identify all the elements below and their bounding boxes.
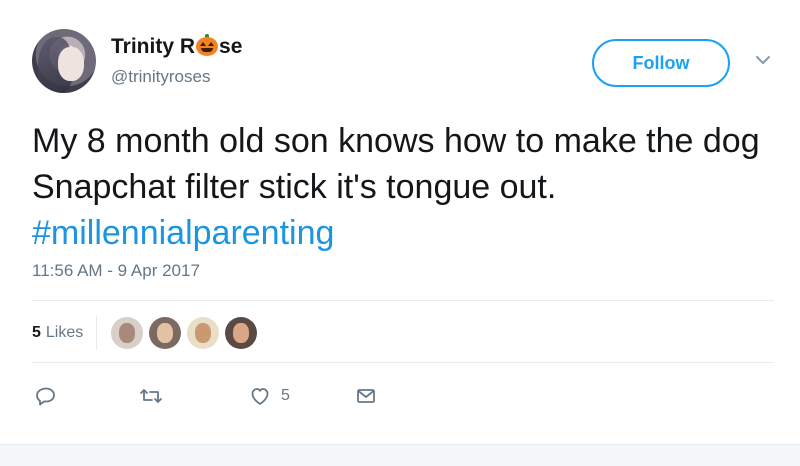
liker-avatar[interactable] — [111, 317, 144, 349]
retweet-button[interactable] — [138, 378, 164, 414]
author-name[interactable]: Trinity R se — [111, 34, 242, 60]
footer-bar — [0, 444, 800, 466]
divider-bottom — [32, 362, 774, 363]
chevron-down-icon[interactable] — [753, 50, 773, 70]
envelope-icon — [354, 384, 378, 408]
likes-count[interactable]: 5 — [32, 324, 41, 342]
follow-button[interactable]: Follow — [592, 39, 730, 87]
liker-avatar[interactable] — [225, 317, 258, 349]
author-avatar[interactable] — [32, 29, 96, 93]
liker-avatar[interactable] — [187, 317, 220, 349]
reply-button[interactable] — [34, 378, 58, 414]
author-name-prefix: Trinity R — [111, 35, 196, 58]
likers-avatars — [111, 317, 258, 349]
avatar-face — [58, 47, 84, 81]
tweet-body: My 8 month old son knows how to make the… — [32, 122, 760, 206]
likes-label[interactable]: Likes — [46, 324, 83, 342]
tweet-actions: 5 — [32, 378, 432, 414]
divider-top — [32, 300, 774, 301]
tweet-text: My 8 month old son knows how to make the… — [32, 118, 772, 256]
heart-icon — [248, 384, 272, 408]
direct-message-button[interactable] — [354, 378, 378, 414]
hashtag-link[interactable]: #millennialparenting — [32, 214, 334, 252]
author-name-suffix: se — [219, 35, 243, 58]
like-button[interactable]: 5 — [248, 378, 290, 414]
tweet-card: Trinity R se @trinityroses Follow My 8 mo… — [0, 0, 800, 440]
tweet-stats: 5 Likes — [32, 316, 258, 350]
retweet-icon — [138, 384, 164, 408]
pumpkin-icon — [196, 34, 219, 56]
reply-icon — [34, 384, 58, 408]
tweet-timestamp[interactable]: 11:56 AM - 9 Apr 2017 — [32, 260, 200, 282]
stats-separator — [96, 316, 98, 350]
liker-avatar[interactable] — [149, 317, 182, 349]
like-count: 5 — [281, 387, 290, 404]
author-handle[interactable]: @trinityroses — [111, 66, 210, 88]
